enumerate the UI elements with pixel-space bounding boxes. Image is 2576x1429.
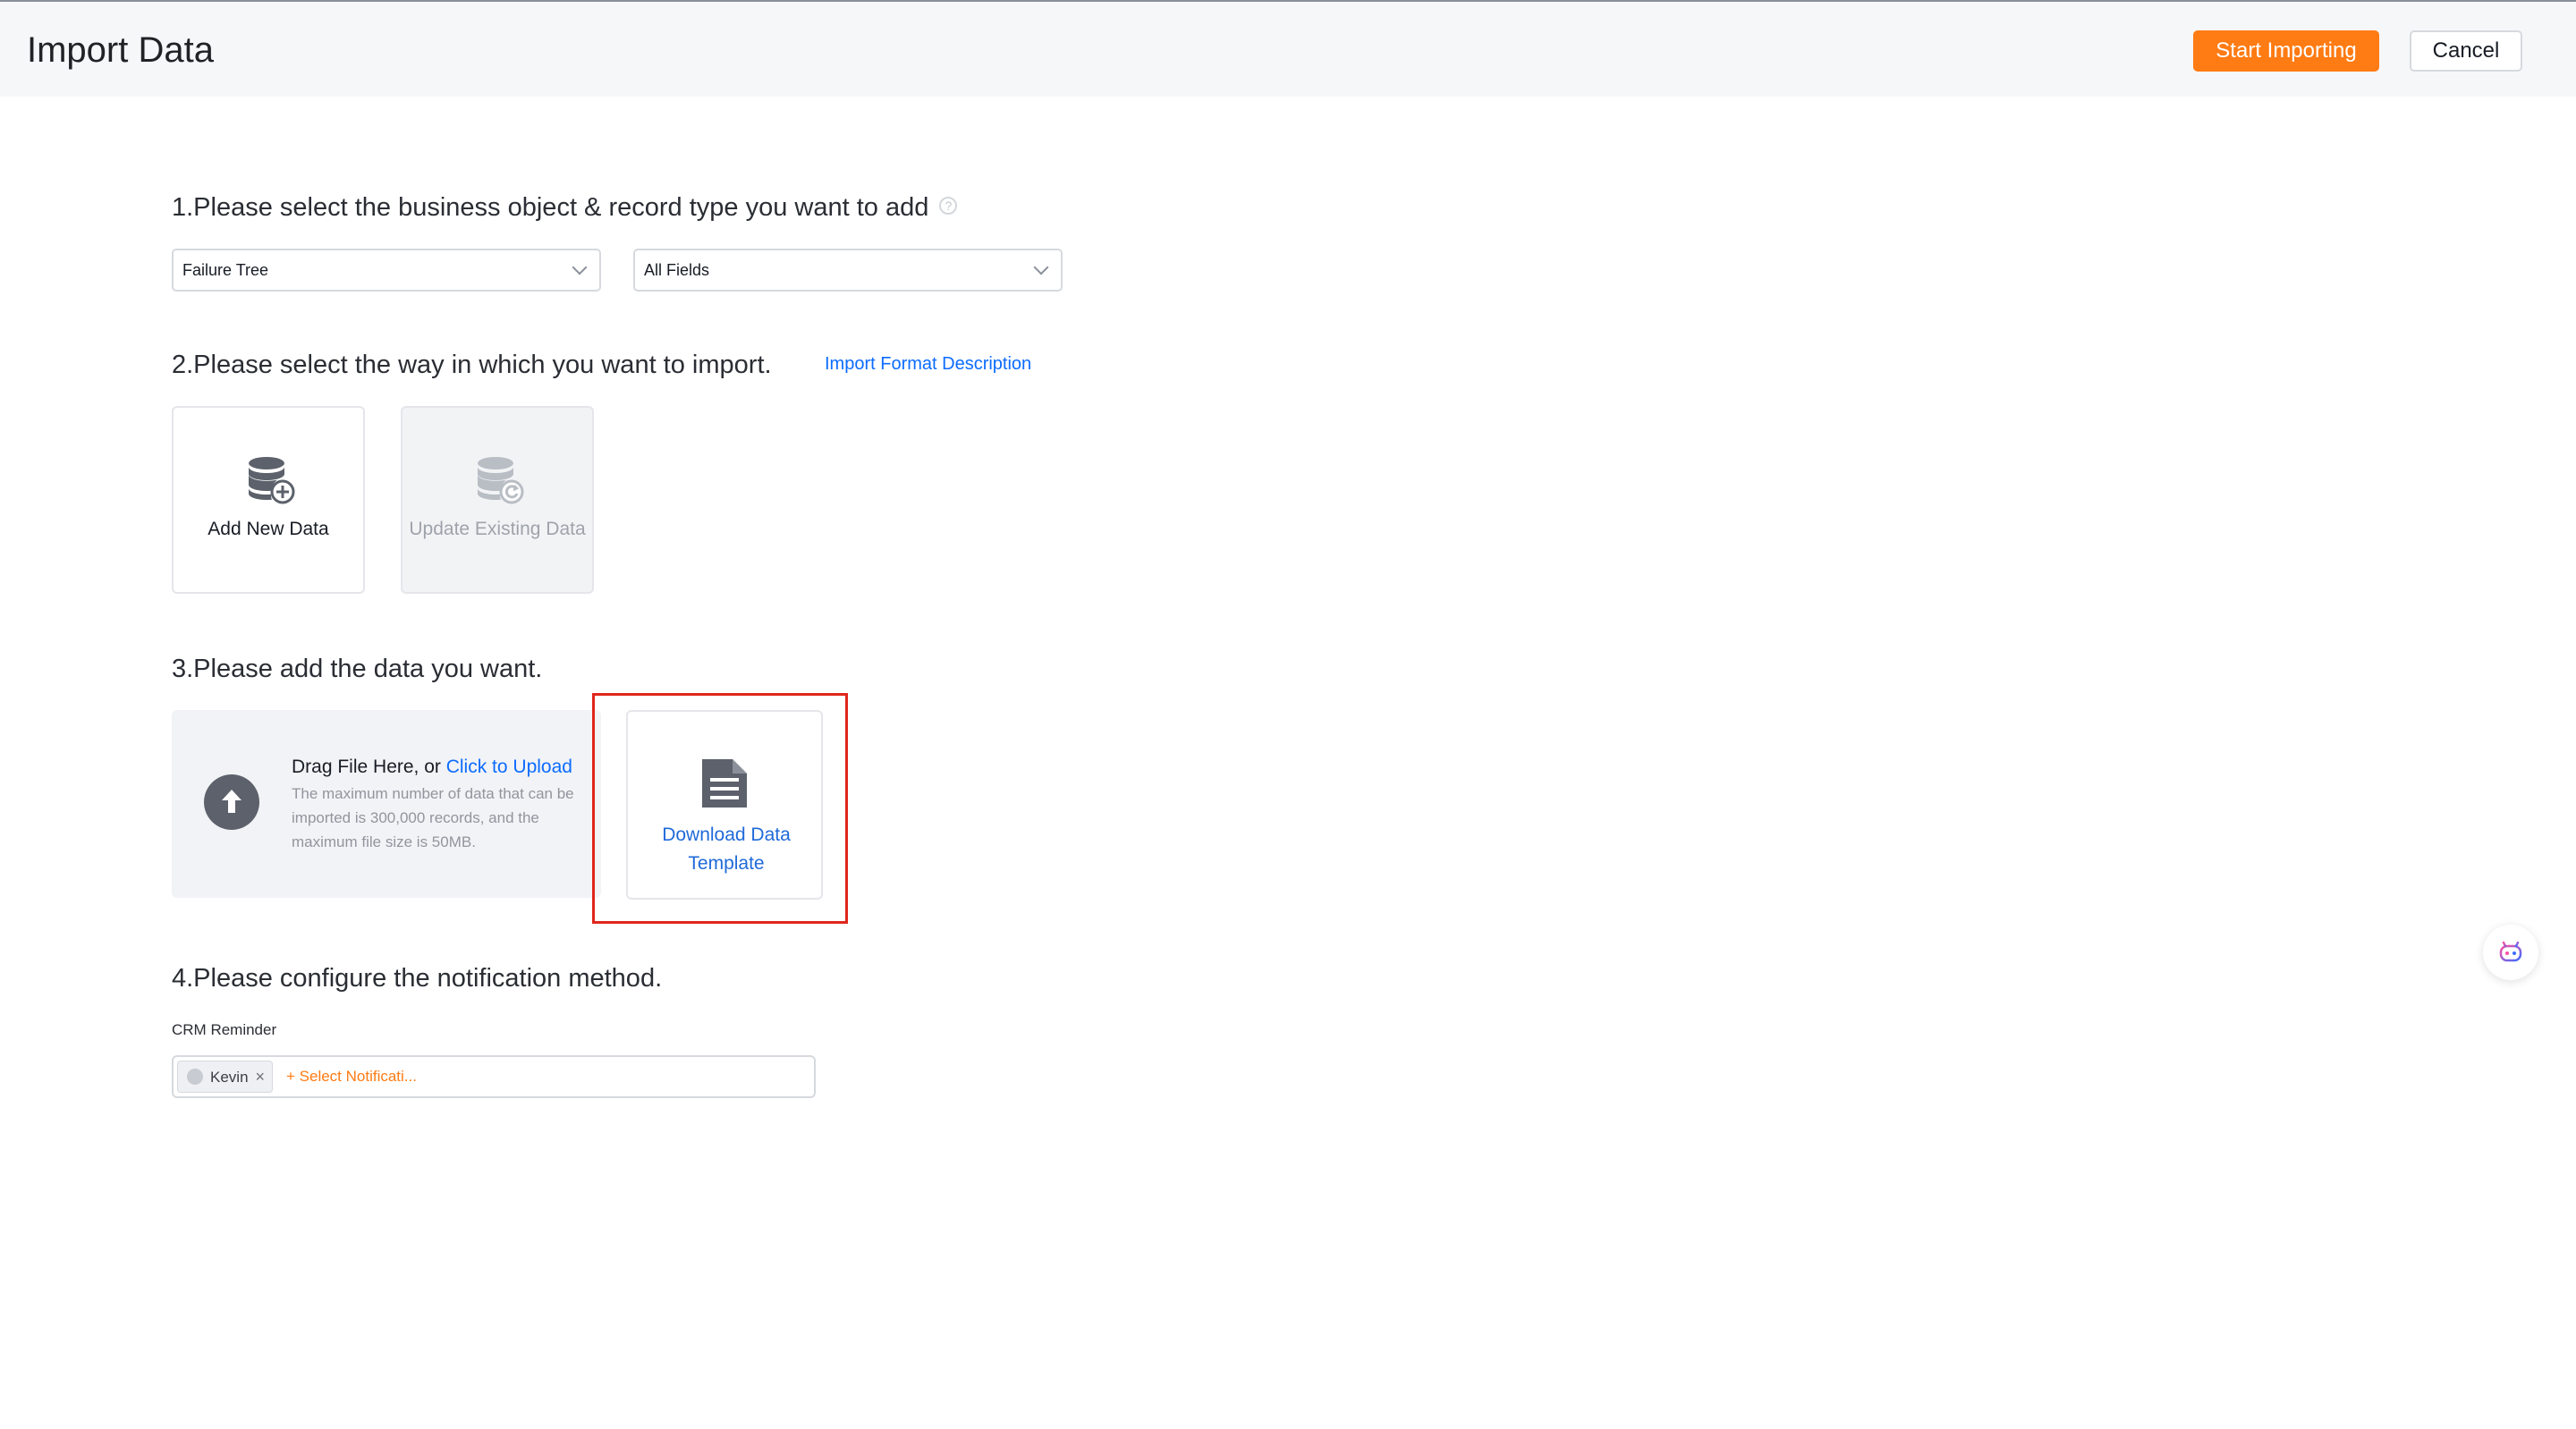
select-notification-button[interactable]: + Select Notificati... — [286, 1066, 417, 1087]
step3-title: 3.Please add the data you want. — [172, 655, 543, 683]
chevron-down-icon — [572, 259, 588, 275]
question-circle-icon[interactable]: ? — [939, 197, 958, 216]
import-format-description-link[interactable]: Import Format Description — [825, 351, 1031, 376]
page-header: Import Data Start Importing Cancel — [0, 0, 2576, 97]
upload-arrow-icon — [204, 774, 259, 830]
recipient-name: Kevin — [210, 1069, 249, 1086]
business-object-value: Failure Tree — [182, 261, 269, 279]
download-template-label: Download Data Template — [662, 824, 791, 874]
step2-title: 2.Please select the way in which you wan… — [172, 351, 772, 379]
add-new-data-option[interactable]: Add New Data — [172, 406, 365, 594]
record-type-value: All Fields — [644, 261, 710, 279]
step4-title: 4.Please configure the notification meth… — [172, 964, 663, 993]
update-existing-data-label: Update Existing Data — [409, 519, 586, 539]
notification-recipients-input[interactable]: Kevin × + Select Notificati... — [172, 1055, 816, 1098]
file-upload-dropzone[interactable]: Drag File Here, or Click to Upload The m… — [172, 710, 601, 898]
cancel-button[interactable]: Cancel — [2410, 30, 2522, 72]
upload-text: Drag File Here, or — [292, 757, 446, 777]
click-to-upload-link[interactable]: Click to Upload — [446, 757, 572, 777]
add-new-data-label: Add New Data — [208, 519, 329, 539]
document-icon — [702, 759, 747, 808]
upload-limits-description: The maximum number of data that can be i… — [292, 785, 574, 850]
step1-title: 1.Please select the business object & re… — [172, 190, 958, 225]
download-template-button[interactable]: Download Data Template — [626, 710, 823, 900]
step1-title-text: 1.Please select the business object & re… — [172, 193, 929, 222]
update-existing-data-option[interactable]: Update Existing Data — [401, 406, 594, 594]
import-data-page: Import Data Start Importing Cancel 1.Ple… — [0, 0, 2576, 1429]
database-refresh-icon — [478, 457, 524, 504]
chevron-down-icon — [1033, 259, 1049, 275]
upload-instruction: Drag File Here, or Click to Upload — [292, 755, 572, 780]
database-add-icon — [249, 457, 295, 504]
business-object-select[interactable]: Failure Tree — [172, 249, 601, 292]
robot-assistant-icon — [2499, 941, 2522, 962]
crm-reminder-label: CRM Reminder — [172, 1021, 277, 1038]
assistant-button[interactable] — [2483, 925, 2538, 980]
start-importing-button[interactable]: Start Importing — [2193, 30, 2379, 72]
avatar — [187, 1068, 203, 1085]
page-title: Import Data — [27, 30, 214, 70]
recipient-tag: Kevin × — [177, 1061, 274, 1093]
record-type-select[interactable]: All Fields — [633, 249, 1063, 292]
close-icon[interactable]: × — [256, 1061, 266, 1092]
